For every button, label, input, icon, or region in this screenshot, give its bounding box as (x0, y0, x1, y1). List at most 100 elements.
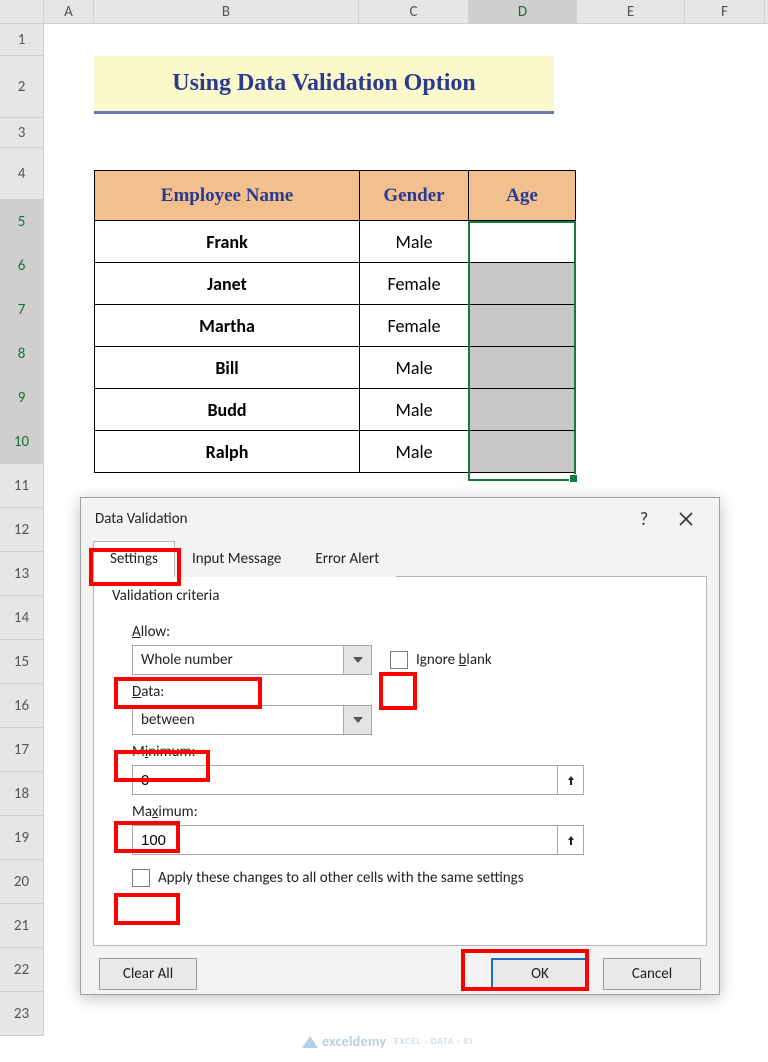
cell-gender[interactable]: Male (360, 431, 469, 473)
table-row[interactable]: Janet Female (95, 263, 576, 305)
allow-dropdown-button[interactable] (343, 646, 371, 674)
tab-input-message[interactable]: Input Message (175, 541, 298, 577)
ok-button[interactable]: OK (491, 958, 589, 990)
select-all-corner[interactable] (0, 0, 44, 23)
row-header-23[interactable]: 23 (0, 992, 44, 1036)
cell-gender[interactable]: Female (360, 305, 469, 347)
cell-name[interactable]: Ralph (95, 431, 360, 473)
apply-all-checkbox[interactable] (132, 869, 150, 887)
ok-label: OK (531, 965, 549, 983)
cell-age[interactable] (469, 389, 576, 431)
tab-error-alert[interactable]: Error Alert (298, 541, 396, 577)
minimum-input[interactable] (133, 772, 557, 789)
row-header-12[interactable]: 12 (0, 508, 44, 552)
employee-table: Employee Name Gender Age Frank Male Jane… (94, 170, 576, 473)
col-header-F[interactable]: F (685, 0, 765, 23)
clear-all-button[interactable]: Clear All (99, 958, 197, 990)
data-validation-dialog: Data Validation ? Settings Input Message… (80, 497, 720, 995)
row-header-10[interactable]: 10 (0, 420, 44, 464)
cancel-label: Cancel (632, 965, 672, 983)
close-icon (679, 512, 693, 526)
cell-name[interactable]: Budd (95, 389, 360, 431)
data-value: between (133, 711, 343, 729)
watermark-tag: EXCEL · DATA · BI (394, 1036, 473, 1047)
row-header-7[interactable]: 7 (0, 288, 44, 332)
tab-settings[interactable]: Settings (93, 541, 175, 577)
cell-gender[interactable]: Male (360, 221, 469, 263)
row-header-6[interactable]: 6 (0, 244, 44, 288)
data-combo[interactable]: between (132, 705, 372, 735)
table-row[interactable]: Frank Male (95, 221, 576, 263)
maximum-input[interactable] (133, 832, 557, 849)
row-header-18[interactable]: 18 (0, 772, 44, 816)
allow-label: Allow: (132, 623, 682, 641)
maximum-label: Maximum: (132, 803, 682, 821)
table-row[interactable]: Bill Male (95, 347, 576, 389)
col-header-C[interactable]: C (359, 0, 469, 23)
logo-icon (302, 1036, 318, 1048)
minimum-ref-button[interactable] (557, 766, 583, 794)
data-dropdown-button[interactable] (343, 706, 371, 734)
row-header-17[interactable]: 17 (0, 728, 44, 772)
maximum-ref-button[interactable] (557, 826, 583, 854)
dialog-titlebar[interactable]: Data Validation ? (81, 498, 719, 540)
col-header-D[interactable]: D (469, 0, 577, 23)
help-button[interactable]: ? (623, 503, 665, 535)
cell-gender[interactable]: Male (360, 347, 469, 389)
collapse-icon (565, 774, 577, 786)
row-header-13[interactable]: 13 (0, 552, 44, 596)
row-header-8[interactable]: 8 (0, 332, 44, 376)
watermark-brand: exceldemy (322, 1033, 386, 1050)
cell-gender[interactable]: Male (360, 389, 469, 431)
watermark: exceldemy EXCEL · DATA · BI (302, 1033, 473, 1050)
validation-criteria-label: Validation criteria (112, 587, 225, 605)
ignore-blank-label: Ignore blank (416, 651, 492, 669)
row-header-5[interactable]: 5 (0, 200, 44, 244)
header-name[interactable]: Employee Name (95, 171, 360, 221)
row-header-2[interactable]: 2 (0, 56, 44, 118)
cell-gender[interactable]: Female (360, 263, 469, 305)
header-gender[interactable]: Gender (360, 171, 469, 221)
page-title: Using Data Validation Option (94, 56, 554, 114)
column-header-row: A B C D E F (0, 0, 768, 24)
row-header-11[interactable]: 11 (0, 464, 44, 508)
table-row[interactable]: Martha Female (95, 305, 576, 347)
cell-age[interactable] (469, 305, 576, 347)
table-row[interactable]: Ralph Male (95, 431, 576, 473)
row-header-16[interactable]: 16 (0, 684, 44, 728)
header-age[interactable]: Age (469, 171, 576, 221)
row-header-3[interactable]: 3 (0, 118, 44, 148)
row-header-4[interactable]: 4 (0, 148, 44, 200)
row-header-1[interactable]: 1 (0, 24, 44, 56)
ignore-blank-checkbox[interactable] (390, 651, 408, 669)
row-header-9[interactable]: 9 (0, 376, 44, 420)
row-header-14[interactable]: 14 (0, 596, 44, 640)
cell-name[interactable]: Janet (95, 263, 360, 305)
cell-age[interactable] (469, 221, 576, 263)
collapse-icon (565, 834, 577, 846)
cell-age[interactable] (469, 347, 576, 389)
col-header-A[interactable]: A (44, 0, 94, 23)
chevron-down-icon (353, 717, 363, 723)
row-header-20[interactable]: 20 (0, 860, 44, 904)
cell-name[interactable]: Bill (95, 347, 360, 389)
allow-combo[interactable]: Whole number (132, 645, 372, 675)
col-header-B[interactable]: B (94, 0, 359, 23)
cancel-button[interactable]: Cancel (603, 958, 701, 990)
row-header-22[interactable]: 22 (0, 948, 44, 992)
dialog-buttons: Clear All OK Cancel (81, 946, 719, 1002)
row-header-15[interactable]: 15 (0, 640, 44, 684)
cell-age[interactable] (469, 431, 576, 473)
cell-age[interactable] (469, 263, 576, 305)
settings-panel: Validation criteria Allow: Whole number … (93, 576, 707, 946)
row-header-21[interactable]: 21 (0, 904, 44, 948)
data-label: Data: (132, 683, 682, 701)
col-header-E[interactable]: E (577, 0, 685, 23)
close-button[interactable] (665, 503, 707, 535)
cell-name[interactable]: Frank (95, 221, 360, 263)
cell-name[interactable]: Martha (95, 305, 360, 347)
allow-value: Whole number (133, 651, 343, 669)
row-header-19[interactable]: 19 (0, 816, 44, 860)
dialog-title: Data Validation (95, 510, 623, 528)
table-row[interactable]: Budd Male (95, 389, 576, 431)
